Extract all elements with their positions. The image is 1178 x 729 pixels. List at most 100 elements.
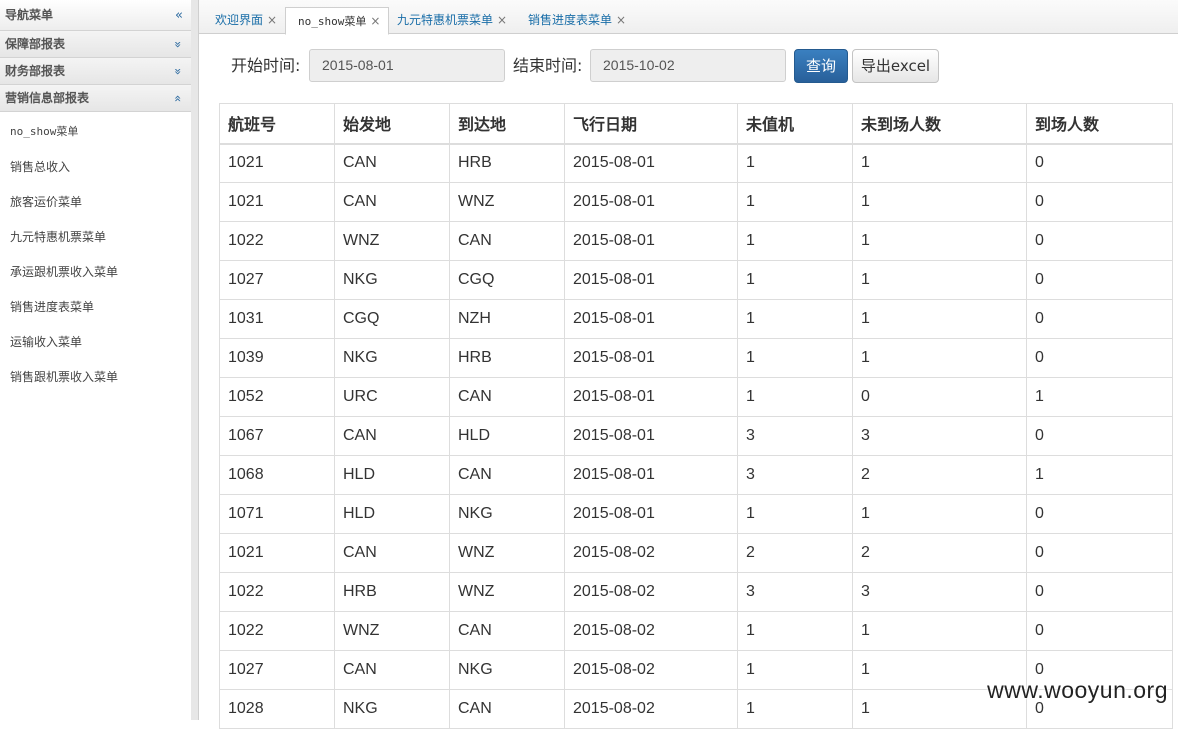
layout-splitter[interactable] — [191, 0, 199, 720]
sidebar-item-nine-yuan[interactable]: 九元特惠机票菜单 — [0, 220, 191, 255]
tab-nine-yuan[interactable]: 九元特惠机票菜单 × — [385, 7, 515, 34]
destination-cell: WNZ — [449, 182, 565, 222]
flight-date-cell: 2015-08-01 — [564, 494, 738, 534]
column-header-not-checked-in[interactable]: 未值机 — [737, 103, 853, 145]
flight-no-cell: 1031 — [219, 299, 335, 339]
sidebar-group-label: 保障部报表 — [5, 37, 66, 51]
no-show-count-cell: 1 — [852, 494, 1027, 534]
table-row[interactable]: 1022 WNZ CAN 2015-08-01 1 1 0 — [219, 221, 1173, 261]
close-icon[interactable]: × — [370, 14, 380, 28]
tab-welcome[interactable]: 欢迎界面 × — [203, 7, 285, 34]
tab-bar: 欢迎界面 × no_show菜单 × 九元特惠机票菜单 × 销售进度表菜单 × — [199, 0, 1178, 35]
sidebar-item-no-show[interactable]: no_show菜单 — [0, 115, 191, 150]
sidebar-item-sales-progress[interactable]: 销售进度表菜单 — [0, 290, 191, 325]
destination-cell: NKG — [449, 494, 565, 534]
flight-date-cell: 2015-08-02 — [564, 572, 738, 612]
sidebar-menu: no_show菜单 销售总收入 旅客运价菜单 九元特惠机票菜单 承运跟机票收入菜… — [0, 112, 191, 395]
no-show-count-cell: 3 — [852, 416, 1027, 456]
sidebar-item-total-sales[interactable]: 销售总收入 — [0, 150, 191, 185]
not-checked-in-cell: 3 — [737, 416, 853, 456]
show-count-cell: 1 — [1026, 377, 1173, 417]
destination-cell: NKG — [449, 650, 565, 690]
origin-cell: CAN — [334, 533, 450, 573]
table-row[interactable]: 1039 NKG HRB 2015-08-01 1 1 0 — [219, 338, 1173, 378]
export-excel-button[interactable]: 导出excel — [852, 49, 939, 83]
column-header-show-count[interactable]: 到场人数 — [1026, 103, 1173, 145]
flight-date-cell: 2015-08-02 — [564, 533, 738, 573]
flight-no-cell: 1021 — [219, 182, 335, 222]
table-row[interactable]: 1022 HRB WNZ 2015-08-02 3 3 0 — [219, 572, 1173, 612]
collapse-sidebar-icon[interactable]: « — [175, 0, 183, 31]
column-header-destination[interactable]: 到达地 — [449, 103, 565, 145]
flight-date-cell: 2015-08-01 — [564, 143, 738, 183]
origin-cell: NKG — [334, 689, 450, 729]
tab-sales-progress[interactable]: 销售进度表菜单 × — [516, 7, 634, 34]
table-row[interactable]: 1071 HLD NKG 2015-08-01 1 1 0 — [219, 494, 1173, 534]
table-row[interactable]: 1052 URC CAN 2015-08-01 1 0 1 — [219, 377, 1173, 417]
column-header-origin[interactable]: 始发地 — [334, 103, 450, 145]
no-show-count-cell: 1 — [852, 611, 1027, 651]
no-show-count-cell: 3 — [852, 572, 1027, 612]
destination-cell: CGQ — [449, 260, 565, 300]
origin-cell: HLD — [334, 494, 450, 534]
sidebar-group-label: 财务部报表 — [5, 64, 66, 78]
table-row[interactable]: 1031 CGQ NZH 2015-08-01 1 1 0 — [219, 299, 1173, 339]
table-row[interactable]: 1022 WNZ CAN 2015-08-02 1 1 0 — [219, 611, 1173, 651]
origin-cell: CAN — [334, 182, 450, 222]
destination-cell: CAN — [449, 455, 565, 495]
table-row[interactable]: 1068 HLD CAN 2015-08-01 3 2 1 — [219, 455, 1173, 495]
column-header-no-show-count[interactable]: 未到场人数 — [852, 103, 1027, 145]
show-count-cell: 0 — [1026, 533, 1173, 573]
sidebar-group-support[interactable]: 保障部报表 » — [0, 31, 191, 58]
close-icon[interactable]: × — [497, 13, 507, 27]
table-row[interactable]: 1021 CAN HRB 2015-08-01 1 1 0 — [219, 143, 1173, 183]
show-count-cell: 0 — [1026, 338, 1173, 378]
show-count-cell: 0 — [1026, 143, 1173, 183]
sidebar-group-finance[interactable]: 财务部报表 » — [0, 58, 191, 85]
tab-no-show[interactable]: no_show菜单 × — [285, 7, 390, 35]
show-count-cell: 0 — [1026, 494, 1173, 534]
destination-cell: HRB — [449, 338, 565, 378]
flight-date-cell: 2015-08-02 — [564, 611, 738, 651]
sidebar-group-label: 营销信息部报表 — [5, 91, 90, 105]
table-row[interactable]: 1021 CAN WNZ 2015-08-02 2 2 0 — [219, 533, 1173, 573]
column-header-flight-date[interactable]: 飞行日期 — [564, 103, 738, 145]
flight-no-cell: 1022 — [219, 611, 335, 651]
flight-no-cell: 1068 — [219, 455, 335, 495]
column-header-flight-no[interactable]: 航班号 — [219, 103, 335, 145]
sidebar-item-fares[interactable]: 旅客运价菜单 — [0, 185, 191, 220]
flight-no-cell: 1071 — [219, 494, 335, 534]
table-header-row: 航班号 始发地 到达地 飞行日期 未值机 未到场人数 到场人数 — [219, 103, 1173, 145]
sidebar-item-transport-revenue[interactable]: 运输收入菜单 — [0, 325, 191, 360]
table-row[interactable]: 1067 CAN HLD 2015-08-01 3 3 0 — [219, 416, 1173, 456]
origin-cell: WNZ — [334, 221, 450, 261]
flight-date-cell: 2015-08-01 — [564, 455, 738, 495]
origin-cell: CAN — [334, 650, 450, 690]
destination-cell: HRB — [449, 143, 565, 183]
sidebar-group-marketing[interactable]: 营销信息部报表 « — [0, 85, 191, 112]
no-show-count-cell: 1 — [852, 299, 1027, 339]
destination-cell: CAN — [449, 221, 565, 261]
flight-no-cell: 1052 — [219, 377, 335, 417]
table-row[interactable]: 1021 CAN WNZ 2015-08-01 1 1 0 — [219, 182, 1173, 222]
origin-cell: NKG — [334, 260, 450, 300]
end-date-input[interactable]: 2015-10-02 — [590, 49, 786, 82]
sidebar-item-carrier-revenue[interactable]: 承运跟机票收入菜单 — [0, 255, 191, 290]
close-icon[interactable]: × — [616, 13, 626, 27]
query-button[interactable]: 查询 — [794, 49, 848, 83]
show-count-cell: 0 — [1026, 182, 1173, 222]
flight-no-cell: 1021 — [219, 143, 335, 183]
close-icon[interactable]: × — [267, 13, 277, 27]
origin-cell: CAN — [334, 416, 450, 456]
table-row[interactable]: 1027 NKG CGQ 2015-08-01 1 1 0 — [219, 260, 1173, 300]
flight-date-cell: 2015-08-02 — [564, 689, 738, 729]
origin-cell: HRB — [334, 572, 450, 612]
origin-cell: CGQ — [334, 299, 450, 339]
sidebar-item-sales-ticket-revenue[interactable]: 销售跟机票收入菜单 — [0, 360, 191, 395]
destination-cell: HLD — [449, 416, 565, 456]
no-show-count-cell: 1 — [852, 338, 1027, 378]
not-checked-in-cell: 1 — [737, 182, 853, 222]
no-show-count-cell: 1 — [852, 182, 1027, 222]
start-date-input[interactable]: 2015-08-01 — [309, 49, 505, 82]
flight-date-cell: 2015-08-01 — [564, 377, 738, 417]
